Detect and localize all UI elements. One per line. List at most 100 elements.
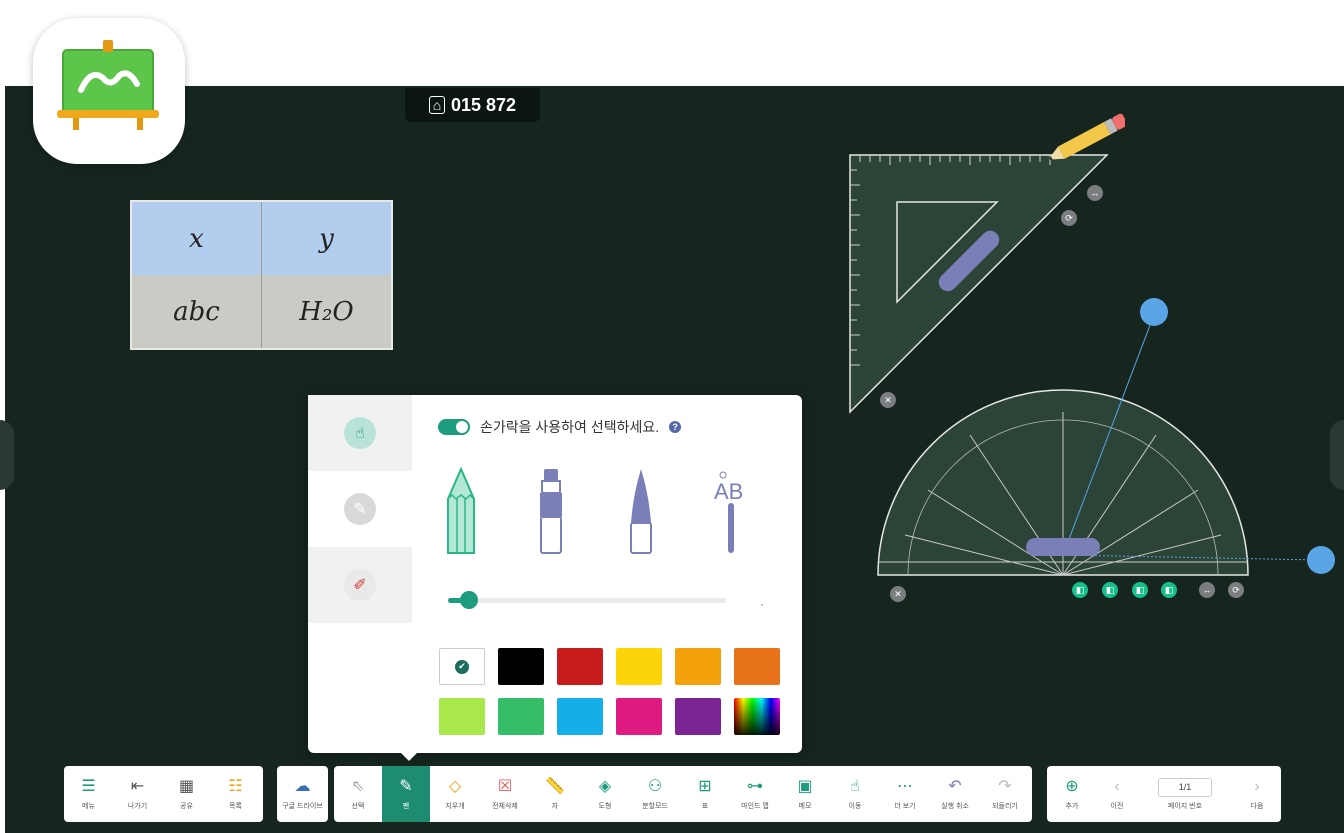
mind-map-icon: ⊶ bbox=[747, 778, 763, 795]
table-cell: abc bbox=[132, 275, 262, 348]
mode-tab-eraser[interactable]: ✐ bbox=[308, 547, 412, 623]
select-label: 선택 bbox=[351, 803, 365, 810]
ruler-button[interactable]: 📏 자 bbox=[530, 766, 580, 822]
pen-type-list: AB bbox=[438, 465, 754, 559]
table-cell: H₂O bbox=[299, 296, 354, 327]
more-button[interactable]: ⋯ 더 보기 bbox=[880, 766, 930, 822]
menu-button[interactable]: ☰ 메뉴 bbox=[64, 766, 113, 822]
add-page-icon: ⊕ bbox=[1065, 778, 1079, 795]
ruler-icon: 📏 bbox=[545, 778, 565, 795]
share-button[interactable]: ▦ 공유 bbox=[162, 766, 211, 822]
finger-select-toggle[interactable] bbox=[438, 419, 470, 435]
select-button[interactable]: ⇖ 선택 bbox=[334, 766, 382, 822]
undo-button[interactable]: ↶ 실행 취소 bbox=[930, 766, 980, 822]
color-swatch-purple[interactable] bbox=[675, 698, 721, 735]
eraser-button[interactable]: ◇ 지우개 bbox=[430, 766, 480, 822]
next-label: 다음 bbox=[1250, 803, 1264, 810]
shapes-label: 도형 bbox=[598, 803, 612, 810]
check-icon: ✔ bbox=[455, 659, 469, 674]
exit-label: 나가기 bbox=[127, 803, 148, 810]
clear-all-icon: ☒ bbox=[497, 778, 513, 795]
color-swatch-blue[interactable] bbox=[557, 698, 603, 735]
panel-pointer bbox=[400, 752, 418, 761]
group-mode-button[interactable]: ⚇ 분할모드 bbox=[630, 766, 680, 822]
table-cell: y bbox=[319, 223, 334, 254]
ruler-label: 자 bbox=[551, 803, 559, 810]
prev-icon: ‹ bbox=[1114, 778, 1120, 795]
memo-button[interactable]: ▣ 메모 bbox=[780, 766, 830, 822]
close-icon[interactable]: ✕ bbox=[890, 586, 906, 602]
toolbar-left-group: ☰ 메뉴 ⇤ 나가기 ▦ 공유 ☷ 목록 bbox=[64, 766, 263, 822]
more-label: 더 보기 bbox=[894, 803, 916, 810]
list-button[interactable]: ☷ 목록 bbox=[211, 766, 260, 822]
room-icon: ⌂ bbox=[428, 96, 445, 114]
more-icon: ⋯ bbox=[897, 778, 913, 795]
color-swatch-white[interactable]: ✔ bbox=[439, 648, 485, 685]
toolbar-main-group: ⇖ 선택 ✎ 펜 ◇ 지우개 ☒ 전체삭제 📏 자 ◈ 도형 ⚇ 분할모드 ⊞ … bbox=[334, 766, 1032, 822]
table-button[interactable]: ⊞ 표 bbox=[680, 766, 730, 822]
menu-icon: ☰ bbox=[81, 778, 96, 795]
next-page-button[interactable]: › 다음 bbox=[1233, 766, 1281, 822]
finger-select-label: 손가락을 사용하여 선택하세요. bbox=[480, 419, 660, 435]
move-button[interactable]: ☝ 이동 bbox=[830, 766, 880, 822]
prev-label: 이전 bbox=[1110, 803, 1124, 810]
color-swatch-magenta[interactable] bbox=[616, 698, 662, 735]
text-pen-label: AB bbox=[714, 479, 743, 504]
page-number-button[interactable]: 1/1 페이지 번호 bbox=[1137, 766, 1233, 822]
move-label: 이동 bbox=[848, 803, 862, 810]
pencil-icon[interactable] bbox=[438, 465, 484, 559]
google-drive-label: 구글 드라이브 bbox=[282, 803, 323, 810]
color-swatch-green[interactable] bbox=[498, 698, 544, 735]
eraser-icon: ✐ bbox=[344, 569, 376, 601]
thickness-slider-knob[interactable] bbox=[460, 591, 478, 609]
text-pen-icon[interactable]: AB bbox=[708, 465, 754, 559]
color-swatch-black[interactable] bbox=[498, 648, 544, 685]
color-swatch-red[interactable] bbox=[557, 648, 603, 685]
cloud-icon: ☁ bbox=[294, 778, 311, 795]
protractor-tool[interactable] bbox=[860, 290, 1340, 585]
pen-button[interactable]: ✎ 펜 bbox=[382, 766, 430, 822]
mind-map-label: 마인드 맵 bbox=[741, 803, 769, 810]
pen-icon: ✎ bbox=[399, 778, 413, 795]
undo-icon: ↶ bbox=[948, 778, 962, 795]
brush-icon[interactable] bbox=[618, 465, 664, 559]
toolbar-page-group: ⊕ 추가 ‹ 이전 1/1 페이지 번호 › 다음 bbox=[1047, 766, 1281, 822]
redo-icon: ↷ bbox=[998, 778, 1012, 795]
redo-button[interactable]: ↷ 되돌리기 bbox=[980, 766, 1030, 822]
app-logo bbox=[33, 18, 185, 164]
color-spectrum-picker[interactable] bbox=[734, 698, 780, 735]
color-palette: ✔ bbox=[439, 648, 780, 735]
move-hand-icon: ☝ bbox=[850, 778, 860, 795]
share-label: 공유 bbox=[180, 803, 193, 810]
color-swatch-orange[interactable] bbox=[734, 648, 780, 685]
color-swatch-lime[interactable] bbox=[439, 698, 485, 735]
mode-tab-finger[interactable]: ☝ bbox=[308, 395, 412, 471]
shapes-button[interactable]: ◈ 도형 bbox=[580, 766, 630, 822]
help-icon[interactable]: ? bbox=[669, 421, 682, 433]
pen-mode-sidebar: ☝ ✎ ✐ bbox=[308, 395, 412, 624]
page-number: 1/1 bbox=[1158, 777, 1212, 797]
next-icon: › bbox=[1254, 778, 1260, 795]
google-drive-button[interactable]: ☁ 구글 드라이브 bbox=[277, 766, 328, 822]
thickness-slider[interactable] bbox=[448, 591, 726, 609]
finger-select-row: 손가락을 사용하여 선택하세요. ? bbox=[438, 417, 682, 437]
highlighter-icon: ✎ bbox=[344, 493, 376, 525]
left-edge-handle[interactable] bbox=[0, 420, 14, 490]
prev-page-button[interactable]: ‹ 이전 bbox=[1097, 766, 1137, 822]
mind-map-button[interactable]: ⊶ 마인드 맵 bbox=[730, 766, 780, 822]
add-page-label: 추가 bbox=[1065, 803, 1079, 810]
exit-button[interactable]: ⇤ 나가기 bbox=[113, 766, 162, 822]
table-row: abc H₂O bbox=[132, 275, 391, 348]
mode-tab-highlighter[interactable]: ✎ bbox=[308, 471, 412, 547]
table-icon: ⊞ bbox=[698, 778, 712, 795]
room-code: 015 872 bbox=[450, 94, 517, 115]
handwritten-table[interactable]: x y abc H₂O bbox=[130, 200, 393, 350]
color-swatch-yellow[interactable] bbox=[616, 648, 662, 685]
clear-all-button[interactable]: ☒ 전체삭제 bbox=[480, 766, 530, 822]
table-label: 표 bbox=[701, 803, 709, 810]
room-code-badge: ⌂ 015 872 bbox=[405, 88, 540, 122]
list-label: 목록 bbox=[229, 803, 242, 810]
color-swatch-amber[interactable] bbox=[675, 648, 721, 685]
marker-icon[interactable] bbox=[528, 465, 574, 559]
add-page-button[interactable]: ⊕ 추가 bbox=[1047, 766, 1097, 822]
